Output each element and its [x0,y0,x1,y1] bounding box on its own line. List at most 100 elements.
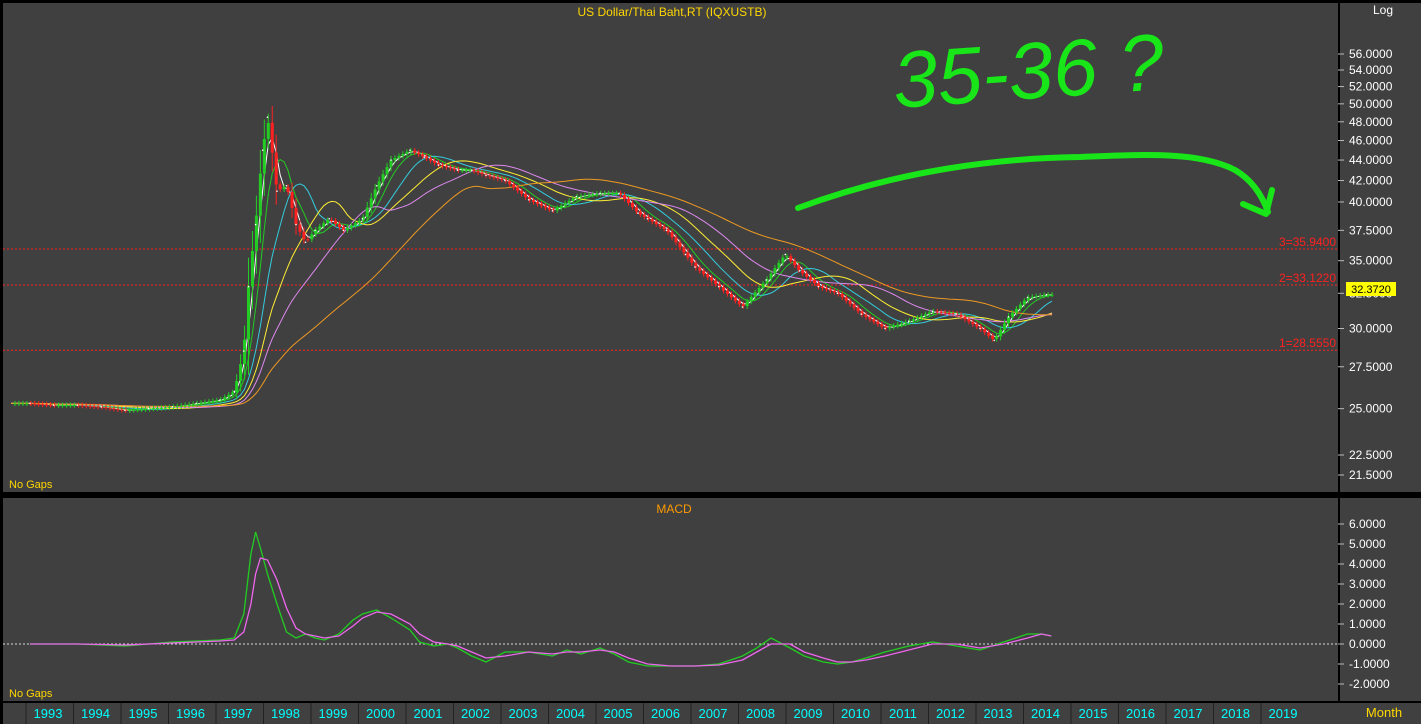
candle-body [211,400,215,402]
macd-tick-label: 2.0000 [1349,597,1386,611]
candle-body [844,297,848,301]
candle-body [274,152,278,185]
candle-body [547,207,551,210]
candle-body [642,214,646,217]
year-label: 2017 [1174,706,1203,721]
price-point [684,253,687,256]
price-point [261,149,264,151]
candle-body [144,408,148,410]
candle-body [809,276,813,280]
candle-body [995,336,999,340]
candle-body [872,319,876,322]
price-point [361,217,364,220]
year-label: 2018 [1221,706,1250,721]
candle-body [912,319,915,321]
candle-body [175,406,179,408]
candle-body [472,170,476,172]
candle-body [488,175,492,177]
price-point [504,179,506,182]
candle-body [963,316,967,320]
year-label: 2010 [841,706,870,721]
candle-body [140,409,144,411]
candle-body [702,270,706,275]
scale-mode-label[interactable]: Log [1373,3,1393,17]
price-point [784,253,787,256]
candle-body [401,153,405,156]
candle-body [658,224,662,227]
candle-body [104,407,108,409]
candle-body [864,314,868,317]
candle-body [508,181,512,185]
candle-body [278,184,282,190]
candle-body [152,408,155,410]
candle-body [397,155,401,158]
candle-body [464,170,468,172]
price-point [219,399,221,401]
candle-body [892,325,896,328]
candle-body [591,194,595,196]
year-label: 2002 [461,706,490,721]
price-point [247,285,250,288]
candle-body [88,405,92,407]
price-point [171,406,174,408]
chart-canvas: US Dollar/Thai Baht,RT (IQXUSTB) Log No … [0,0,1421,724]
candle-body [749,296,753,302]
candle-body [971,321,975,325]
candle-body [17,403,21,405]
candle-body [535,201,539,204]
candle-body [587,194,591,196]
candle-body [630,203,634,208]
macd-tick-label: 1.0000 [1349,617,1386,631]
candle-body [753,292,757,297]
candle-body [57,405,60,407]
candle-body [904,322,908,324]
year-label: 2000 [366,706,395,721]
price-point [470,169,473,171]
candle-body [41,404,45,406]
candle-body [852,304,856,308]
candle-body [112,408,116,410]
candle-body [345,227,349,231]
candle-body [92,406,96,408]
candle-body [282,187,286,190]
candle-body [999,329,1003,337]
candle-body [757,287,761,293]
price-tick-label: 52.0000 [1349,80,1393,94]
candle-body [820,286,824,288]
candle-body [706,274,710,278]
price-point [860,313,863,315]
candle-body [650,219,654,222]
candle-body [223,397,227,400]
candle-body [413,150,417,153]
candle-body [203,402,207,404]
candle-body [84,405,88,407]
candle-body [369,198,373,208]
candle-body [49,404,53,406]
candle-body [1022,300,1026,305]
macd-panel[interactable] [3,498,1338,701]
period-label[interactable]: Month [1366,705,1402,720]
candle-body [330,220,334,222]
price-point [1026,296,1029,299]
candle-body [868,316,872,320]
candle-body [1014,308,1018,313]
candle-body [302,231,306,240]
year-label: 1996 [176,706,205,721]
price-point [314,229,316,232]
candle-body [37,403,41,405]
candle-body [310,234,314,240]
candle-body [433,160,437,163]
candle-body [179,405,183,407]
macd-tick-label: 3.0000 [1349,577,1386,591]
candle-body [365,207,369,217]
candle-body [286,187,290,193]
macd-title: MACD [656,502,692,516]
candle-body [559,205,563,208]
candle-body [627,198,630,204]
price-point [266,116,269,119]
macd-no-gaps-label: No Gaps [9,688,53,700]
candle-body [294,207,298,225]
year-label: 2008 [746,706,775,721]
candle-body [793,260,797,266]
candle-body [421,154,425,157]
